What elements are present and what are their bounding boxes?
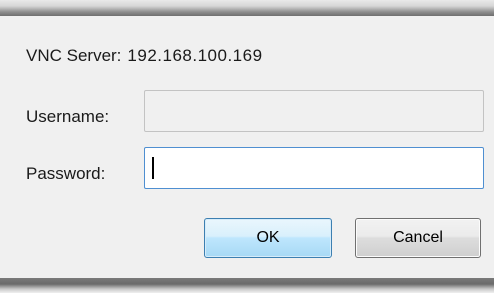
password-label: Password: (26, 164, 106, 183)
vnc-server-label: VNC Server: (26, 46, 122, 65)
username-field[interactable] (144, 90, 484, 132)
ok-button[interactable]: OK (204, 218, 332, 258)
text-caret (152, 157, 154, 179)
vnc-server-line: VNC Server: 192.168.100.169 (26, 46, 263, 66)
password-field[interactable] (144, 147, 484, 189)
vnc-server-address: 192.168.100.169 (127, 46, 263, 65)
window-bottom-edge (0, 278, 494, 293)
username-label: Username: (26, 107, 110, 126)
cancel-button[interactable]: Cancel (355, 218, 481, 258)
window-top-edge (0, 0, 494, 16)
